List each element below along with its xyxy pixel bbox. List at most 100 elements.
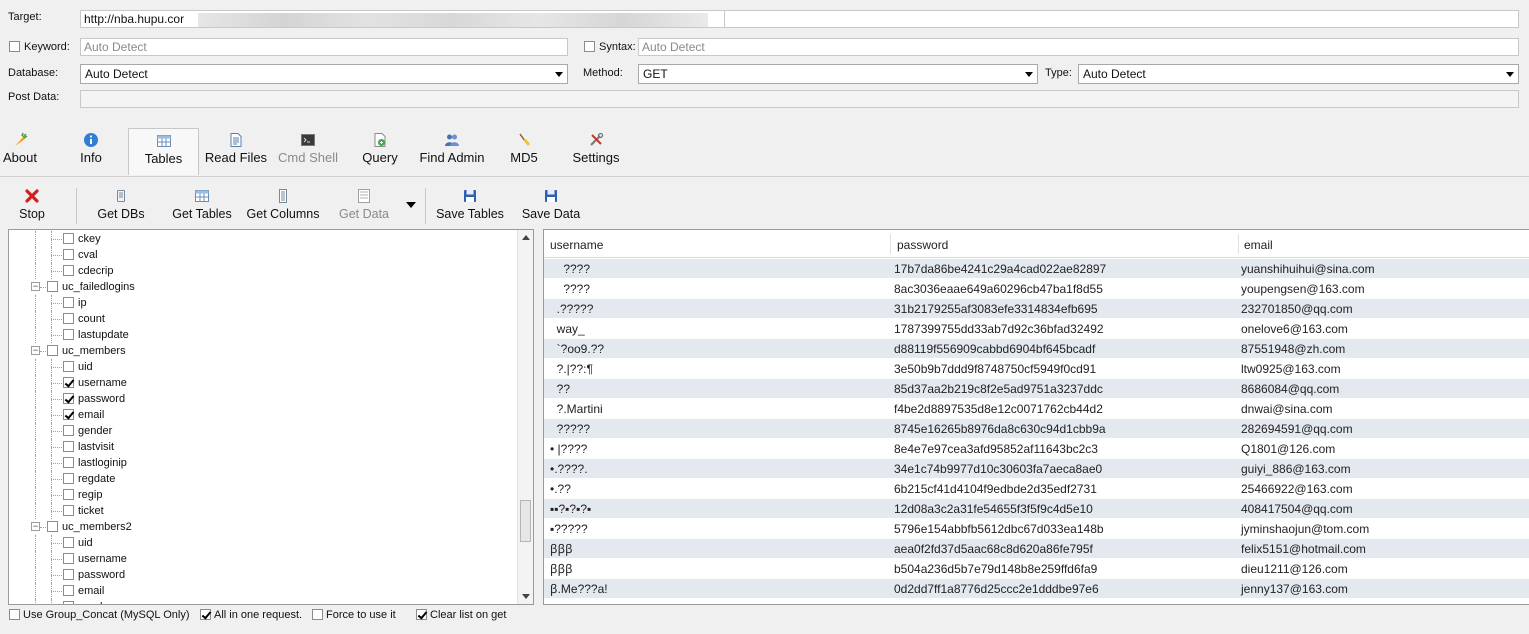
tab-about[interactable]: About (0, 128, 40, 172)
tree-checkbox[interactable] (63, 264, 74, 276)
tree-checkbox[interactable] (63, 504, 74, 516)
collapse-icon[interactable]: − (31, 522, 40, 531)
schema-tree[interactable]: ckey cval cdecrip uc_failedlogins − ip count la… (8, 229, 534, 605)
stop-button[interactable]: Stop (14, 186, 50, 224)
table-row[interactable]: ꞵ.Me???a! 0d2dd7ff1a8776d25ccc2e1dddbe97e… (544, 579, 1529, 599)
tree-column-node[interactable]: uid (63, 535, 93, 551)
get-data-button[interactable]: Get Data (336, 186, 392, 224)
force-option[interactable]: Force to use it (312, 608, 396, 621)
tree-column-node[interactable]: uid (63, 359, 93, 375)
tree-column-node[interactable]: ckey (63, 231, 101, 247)
tree-column-node[interactable]: ticket (63, 503, 104, 519)
table-row[interactable]: `?oo9.?? d88119f556909cabbd6904bf645bcadf… (544, 339, 1529, 359)
all-in-one-checkbox[interactable] (200, 608, 211, 620)
tree-table-node[interactable]: uc_members (47, 343, 126, 359)
type-select[interactable]: Auto Detect (1078, 64, 1519, 84)
keyword-checkbox[interactable] (9, 41, 20, 52)
database-select[interactable]: Auto Detect (80, 64, 568, 84)
tree-checkbox[interactable] (63, 248, 74, 260)
postdata-input[interactable] (80, 90, 1519, 108)
tree-column-node[interactable]: username (63, 375, 127, 391)
collapse-icon[interactable]: − (31, 346, 40, 355)
table-row[interactable]: •.????. 34e1c74b9977d10c30603fa7aeca8ae0 g… (544, 459, 1529, 479)
tree-checkbox[interactable] (47, 280, 58, 292)
table-row[interactable]: ▪????? 5796e154abbfb5612dbc67d033ea148b jy… (544, 519, 1529, 539)
table-row[interactable]: .????? 31b2179255af3083efe3314834efb695 23… (544, 299, 1529, 319)
force-checkbox[interactable] (312, 608, 323, 620)
tree-checkbox[interactable] (63, 536, 74, 548)
scroll-down-icon[interactable] (522, 594, 530, 599)
collapse-icon[interactable]: − (31, 282, 40, 291)
tree-column-node[interactable]: password (63, 391, 125, 407)
tree-scrollbar[interactable] (517, 230, 533, 604)
tree-column-node[interactable]: ip (63, 295, 87, 311)
table-row[interactable]: ???? 8ac3036eaae649a60296cb47ba1f8d55 youp… (544, 279, 1529, 299)
table-row[interactable]: ▪▪?▪?▪?▪ 12d08a3c2a31fe54655f3f5f9c4d5e10… (544, 499, 1529, 519)
tree-column-node[interactable]: regdate (63, 471, 115, 487)
tab-info[interactable]: Info (72, 128, 110, 172)
get-dbs-button[interactable]: Get DBs (94, 186, 148, 224)
tree-checkbox[interactable] (63, 552, 74, 564)
table-row[interactable]: ꞵꞵꞵ b504a236d5b7e79d148b8e259ffd6fa9 dieu1… (544, 559, 1529, 579)
tree-checkbox[interactable] (63, 312, 74, 324)
tree-checkbox[interactable] (63, 584, 74, 596)
tree-column-node[interactable]: cval (63, 247, 98, 263)
tree-checkbox[interactable] (63, 424, 74, 436)
tree-column-node[interactable]: email (63, 407, 104, 423)
tree-checkbox[interactable] (63, 328, 74, 340)
tree-checkbox[interactable] (63, 456, 74, 468)
tree-checkbox[interactable] (63, 408, 74, 420)
clear-list-checkbox[interactable] (416, 608, 427, 620)
tree-checkbox[interactable] (63, 568, 74, 580)
keyword-input[interactable]: Auto Detect (80, 38, 568, 56)
tree-column-node[interactable]: lastupdate (63, 327, 129, 343)
tree-checkbox[interactable] (63, 232, 74, 244)
tab-cmd-shell[interactable]: Cmd Shell (276, 128, 340, 172)
column-header-username[interactable]: username (550, 238, 603, 252)
tree-column-node[interactable]: username (63, 551, 127, 567)
table-row[interactable]: way_ 1787399755dd33ab7d92c36bfad32492 onel… (544, 319, 1529, 339)
save-data-button[interactable]: Save Data (520, 186, 582, 224)
table-row[interactable]: ????? 8745e16265b8976da8c630c94d1cbb9a 282… (544, 419, 1529, 439)
tab-find-admin[interactable]: Find Admin (416, 128, 488, 172)
tree-column-node[interactable]: password (63, 567, 125, 583)
group-concat-checkbox[interactable] (9, 608, 20, 620)
tree-checkbox[interactable] (47, 520, 58, 532)
table-row[interactable]: f7f70f7b0b10e719d1ce7b166616d ll..n.....l… (544, 599, 1529, 604)
clear-list-option[interactable]: Clear list on get (416, 608, 506, 621)
table-row[interactable]: ???? 17b7da86be4241c29a4cad022ae82897 yuan… (544, 259, 1529, 279)
table-row[interactable]: • |???? 8e4e7e97cea3afd95852af11643bc2c3 Q… (544, 439, 1529, 459)
tree-checkbox[interactable] (63, 488, 74, 500)
get-data-dropdown-icon[interactable] (406, 202, 416, 208)
table-row[interactable]: ꞵꞵꞵ aea0f2fd37d5aac68c8d620a86fe795f felix… (544, 539, 1529, 559)
tree-checkbox[interactable] (47, 344, 58, 356)
scroll-up-icon[interactable] (522, 235, 530, 240)
table-row[interactable]: ?.|??:¶ 3e50b9b7ddd9f8748750cf5949f0cd91 l… (544, 359, 1529, 379)
method-select[interactable]: GET (638, 64, 1038, 84)
tree-column-node[interactable]: gender (63, 599, 112, 604)
tree-column-node[interactable]: lastloginip (63, 455, 127, 471)
table-row[interactable]: ?? 85d37aa2b219c8f2e5ad9751a3237ddc 868608… (544, 379, 1529, 399)
tree-table-node[interactable]: uc_members2 (47, 519, 132, 535)
scroll-thumb[interactable] (520, 500, 531, 542)
get-tables-button[interactable]: Get Tables (168, 186, 236, 224)
syntax-checkbox[interactable] (584, 41, 595, 52)
tab-read-files[interactable]: Read Files (204, 128, 268, 172)
tree-checkbox[interactable] (63, 600, 74, 604)
tab-settings[interactable]: Settings (570, 128, 622, 172)
tree-checkbox[interactable] (63, 440, 74, 452)
tree-checkbox[interactable] (63, 376, 74, 388)
syntax-input[interactable]: Auto Detect (638, 38, 1519, 56)
data-grid[interactable]: username password email ???? 17b7da86be42… (543, 229, 1529, 605)
tab-query[interactable]: Query (359, 128, 401, 172)
tree-column-node[interactable]: gender (63, 423, 112, 439)
table-row[interactable]: •.?? 6b215cf41d4104f9edbde2d35edf2731 2546… (544, 479, 1529, 499)
tree-checkbox[interactable] (63, 296, 74, 308)
tab-md5[interactable]: MD5 (508, 128, 540, 172)
all-in-one-option[interactable]: All in one request. (200, 608, 302, 621)
tree-column-node[interactable]: lastvisit (63, 439, 114, 455)
tree-table-node[interactable]: uc_failedlogins (47, 279, 135, 295)
tab-tables[interactable]: Tables (128, 128, 199, 175)
tree-column-node[interactable]: regip (63, 487, 102, 503)
tree-column-node[interactable]: cdecrip (63, 263, 113, 279)
